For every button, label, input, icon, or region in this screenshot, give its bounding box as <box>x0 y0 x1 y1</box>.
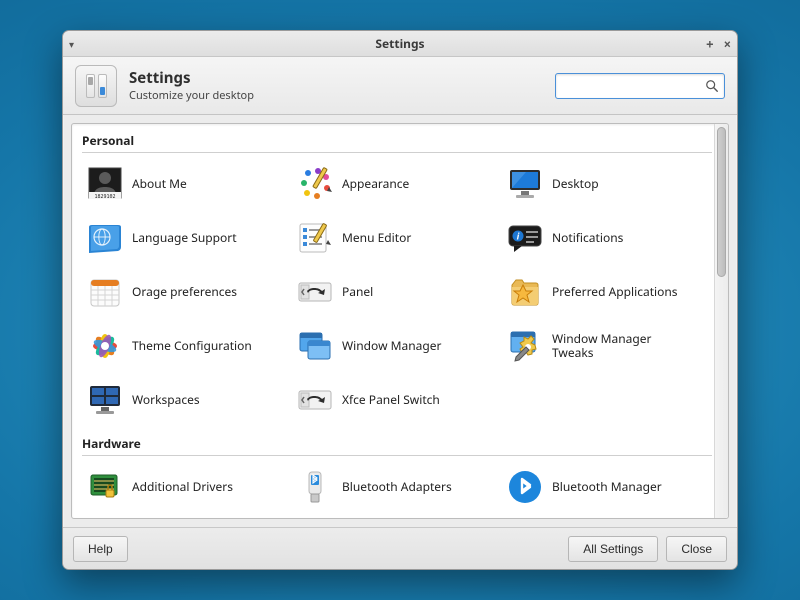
footer: Help All Settings Close <box>63 527 737 569</box>
scrollbar[interactable] <box>714 124 728 518</box>
panel-icon <box>296 273 334 311</box>
section-header-personal: Personal <box>82 130 712 153</box>
menu-editor-icon <box>296 219 334 257</box>
settings-icon <box>75 65 117 107</box>
wm-tweaks-icon <box>506 327 544 365</box>
desktop-icon <box>506 165 544 203</box>
window-title: Settings <box>63 35 737 52</box>
page-subtitle: Customize your desktop <box>129 88 543 103</box>
about-me-icon: 1829102 <box>86 165 124 203</box>
item-label: Window Manager <box>342 339 442 353</box>
item-desktop[interactable]: Desktop <box>502 157 712 211</box>
window-menu-icon[interactable]: ▾ <box>69 37 74 51</box>
item-label: Language Support <box>132 231 237 245</box>
appearance-icon <box>296 165 334 203</box>
search-icon <box>705 79 719 93</box>
calendar-icon <box>86 273 124 311</box>
page-title: Settings <box>129 68 543 88</box>
bt-adapters-icon <box>296 468 334 506</box>
item-label: Workspaces <box>132 393 200 407</box>
item-additional-drivers[interactable]: Additional Drivers <box>82 460 292 514</box>
panel-switch-icon <box>296 381 334 419</box>
item-label: Desktop <box>552 177 599 191</box>
close-button[interactable]: Close <box>666 536 727 562</box>
content-area: Personal 1829102 About Me Appearance <box>71 123 729 519</box>
header: Settings Customize your desktop <box>63 57 737 115</box>
all-settings-button[interactable]: All Settings <box>568 536 658 562</box>
help-button[interactable]: Help <box>73 536 128 562</box>
item-label: Bluetooth Adapters <box>342 480 452 494</box>
item-label: Orage preferences <box>132 285 237 299</box>
item-label: Panel <box>342 285 373 299</box>
grid-hardware: Additional Drivers Bluetooth Adapters Bl… <box>82 460 712 514</box>
window-manager-icon <box>296 327 334 365</box>
item-workspaces[interactable]: Workspaces <box>82 373 292 427</box>
search-input[interactable] <box>555 73 725 99</box>
drivers-icon <box>86 468 124 506</box>
item-label: Xfce Panel Switch <box>342 393 440 407</box>
item-language-support[interactable]: Language Support <box>82 211 292 265</box>
item-label: Appearance <box>342 177 409 191</box>
item-bluetooth-adapters[interactable]: Bluetooth Adapters <box>292 460 502 514</box>
item-label: Additional Drivers <box>132 480 233 494</box>
svg-text:1829102: 1829102 <box>94 194 115 200</box>
item-xfce-panel-switch[interactable]: Xfce Panel Switch <box>292 373 502 427</box>
item-panel[interactable]: Panel <box>292 265 502 319</box>
item-preferred-applications[interactable]: Preferred Applications <box>502 265 712 319</box>
workspaces-icon <box>86 381 124 419</box>
language-icon <box>86 219 124 257</box>
grid-personal: 1829102 About Me Appearance <box>82 157 712 427</box>
preferred-apps-icon <box>506 273 544 311</box>
scroll-thumb[interactable] <box>717 127 726 277</box>
item-label: Theme Configuration <box>132 339 252 353</box>
close-icon[interactable]: × <box>724 35 731 53</box>
item-menu-editor[interactable]: Menu Editor <box>292 211 502 265</box>
item-window-manager-tweaks[interactable]: Window Manager Tweaks <box>502 319 712 373</box>
item-notifications[interactable]: i Notifications <box>502 211 712 265</box>
item-label: Notifications <box>552 231 623 245</box>
item-about-me[interactable]: 1829102 About Me <box>82 157 292 211</box>
item-label: Window Manager Tweaks <box>552 332 682 361</box>
section-header-hardware: Hardware <box>82 433 712 456</box>
svg-text:i: i <box>517 230 520 243</box>
item-label: Menu Editor <box>342 231 411 245</box>
item-appearance[interactable]: Appearance <box>292 157 502 211</box>
notifications-icon: i <box>506 219 544 257</box>
theme-icon <box>86 327 124 365</box>
item-bluetooth-manager[interactable]: Bluetooth Manager <box>502 460 712 514</box>
maximize-icon[interactable]: + <box>706 35 713 53</box>
item-label: Preferred Applications <box>552 285 678 299</box>
bt-manager-icon <box>506 468 544 506</box>
item-label: About Me <box>132 177 187 191</box>
item-window-manager[interactable]: Window Manager <box>292 319 502 373</box>
titlebar[interactable]: ▾ Settings + × <box>63 31 737 57</box>
search-box <box>555 73 725 99</box>
settings-window: ▾ Settings + × Settings Customize your d… <box>62 30 738 570</box>
item-orage-preferences[interactable]: Orage preferences <box>82 265 292 319</box>
item-theme-configuration[interactable]: Theme Configuration <box>82 319 292 373</box>
item-label: Bluetooth Manager <box>552 480 662 494</box>
